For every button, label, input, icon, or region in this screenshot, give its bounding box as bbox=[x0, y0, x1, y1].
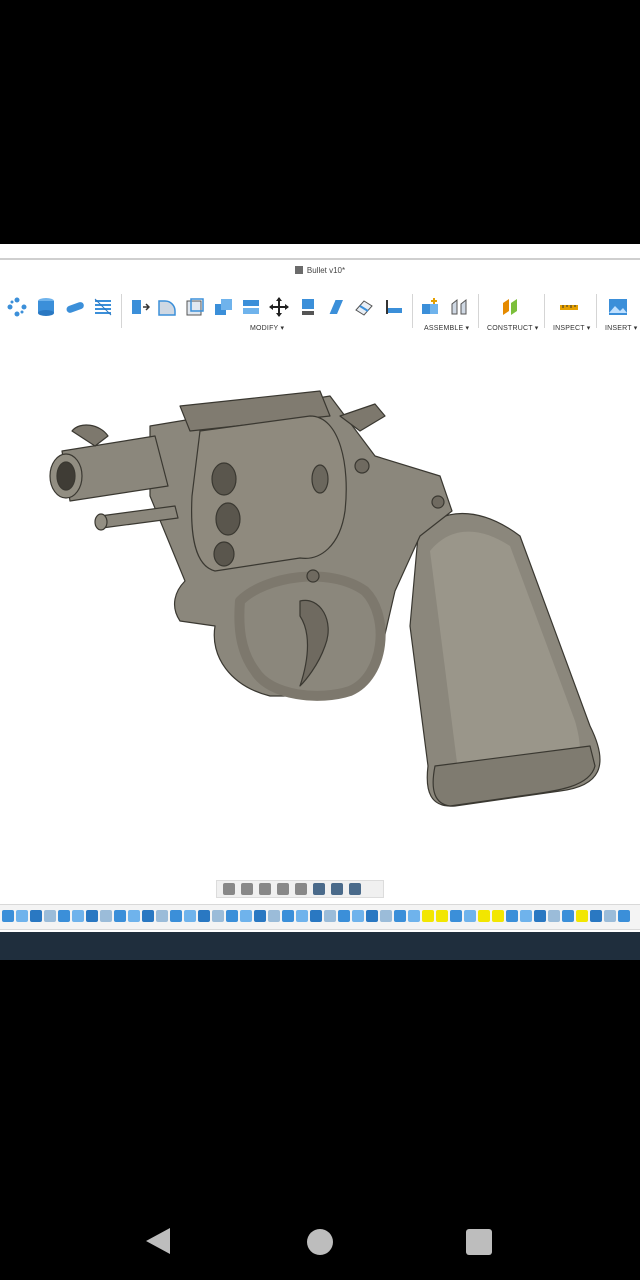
design-timeline bbox=[0, 904, 640, 930]
inspect-group-label[interactable]: INSPECT ▾ bbox=[553, 324, 590, 332]
android-navigation-bar bbox=[0, 1200, 640, 1280]
taskbar-strip bbox=[0, 932, 640, 960]
document-title: Bullet v10* bbox=[306, 265, 346, 275]
new-component-icon[interactable] bbox=[420, 296, 442, 318]
cylinder-icon[interactable] bbox=[35, 296, 57, 318]
toolbar-separator bbox=[478, 294, 479, 328]
look-at-icon[interactable] bbox=[241, 883, 253, 895]
display-settings-icon[interactable] bbox=[313, 883, 325, 895]
timeline-feature[interactable] bbox=[128, 910, 140, 922]
toolbar-separator bbox=[544, 294, 545, 328]
timeline-feature[interactable] bbox=[72, 910, 84, 922]
timeline-feature[interactable] bbox=[58, 910, 70, 922]
document-icon bbox=[294, 266, 303, 274]
timeline-feature[interactable] bbox=[198, 910, 210, 922]
timeline-feature[interactable] bbox=[604, 910, 616, 922]
timeline-feature[interactable] bbox=[506, 910, 518, 922]
timeline-feature[interactable] bbox=[534, 910, 546, 922]
move-icon[interactable] bbox=[268, 296, 290, 318]
timeline-feature[interactable] bbox=[576, 910, 588, 922]
timeline-feature[interactable] bbox=[30, 910, 42, 922]
grid-settings-icon[interactable] bbox=[331, 883, 343, 895]
zoom-icon[interactable] bbox=[277, 883, 289, 895]
timeline-feature[interactable] bbox=[394, 910, 406, 922]
scale-icon[interactable] bbox=[383, 296, 405, 318]
pattern-icon[interactable] bbox=[6, 296, 28, 318]
timeline-feature[interactable] bbox=[310, 910, 322, 922]
viewports-icon[interactable] bbox=[349, 883, 361, 895]
insert-group-label[interactable]: INSERT ▾ bbox=[605, 324, 637, 332]
toolbar-separator bbox=[596, 294, 597, 328]
timeline-feature[interactable] bbox=[86, 910, 98, 922]
timeline-feature[interactable] bbox=[618, 910, 630, 922]
timeline-feature[interactable] bbox=[142, 910, 154, 922]
timeline-feature[interactable] bbox=[352, 910, 364, 922]
timeline-feature[interactable] bbox=[282, 910, 294, 922]
fit-icon[interactable] bbox=[295, 883, 307, 895]
timeline-feature[interactable] bbox=[268, 910, 280, 922]
timeline-feature[interactable] bbox=[184, 910, 196, 922]
coil-icon[interactable] bbox=[92, 296, 114, 318]
split-face-icon[interactable] bbox=[325, 296, 347, 318]
pan-icon[interactable] bbox=[259, 883, 271, 895]
timeline-feature[interactable] bbox=[408, 910, 420, 922]
assemble-group-label[interactable]: ASSEMBLE ▾ bbox=[424, 324, 469, 332]
3d-viewport[interactable] bbox=[0, 336, 640, 896]
combine-icon[interactable] bbox=[212, 296, 234, 318]
timeline-feature[interactable] bbox=[492, 910, 504, 922]
timeline-feature[interactable] bbox=[562, 910, 574, 922]
timeline-feature[interactable] bbox=[44, 910, 56, 922]
align-icon[interactable] bbox=[297, 296, 319, 318]
timeline-feature[interactable] bbox=[548, 910, 560, 922]
measure-icon[interactable] bbox=[558, 296, 580, 318]
timeline-feature[interactable] bbox=[114, 910, 126, 922]
timeline-feature[interactable] bbox=[590, 910, 602, 922]
timeline-feature[interactable] bbox=[296, 910, 308, 922]
timeline-feature[interactable] bbox=[100, 910, 112, 922]
toolbar-separator bbox=[121, 294, 122, 328]
timeline-feature[interactable] bbox=[2, 910, 14, 922]
orbit-icon[interactable] bbox=[223, 883, 235, 895]
timeline-feature[interactable] bbox=[226, 910, 238, 922]
timeline-feature[interactable] bbox=[366, 910, 378, 922]
timeline-feature[interactable] bbox=[170, 910, 182, 922]
offset-plane-icon[interactable] bbox=[499, 296, 521, 318]
document-title-bar: Bullet v10* bbox=[0, 258, 640, 280]
shell-icon[interactable] bbox=[184, 296, 206, 318]
fillet-icon[interactable] bbox=[156, 296, 178, 318]
timeline-feature[interactable] bbox=[422, 910, 434, 922]
timeline-feature[interactable] bbox=[254, 910, 266, 922]
timeline-feature[interactable] bbox=[464, 910, 476, 922]
fusion-app-window: Bullet v10* MODIFY ▾ ASSEMBLE ▾ CONSTRUC… bbox=[0, 244, 640, 960]
insert-image-icon[interactable] bbox=[607, 296, 629, 318]
pipe-icon[interactable] bbox=[64, 296, 86, 318]
navigation-bar bbox=[216, 880, 384, 898]
joint-icon[interactable] bbox=[448, 296, 470, 318]
timeline-feature[interactable] bbox=[380, 910, 392, 922]
press-pull-icon[interactable] bbox=[128, 296, 151, 318]
construct-group-label[interactable]: CONSTRUCT ▾ bbox=[487, 324, 538, 332]
timeline-feature[interactable] bbox=[156, 910, 168, 922]
timeline-feature[interactable] bbox=[240, 910, 252, 922]
toolbar-separator bbox=[412, 294, 413, 328]
split-body-icon[interactable] bbox=[353, 296, 375, 318]
design-toolbar: MODIFY ▾ ASSEMBLE ▾ CONSTRUCT ▾ INSPECT … bbox=[0, 284, 640, 337]
recents-icon[interactable] bbox=[466, 1229, 492, 1255]
timeline-feature[interactable] bbox=[436, 910, 448, 922]
revolver-model bbox=[49, 390, 601, 807]
modify-group-label[interactable]: MODIFY ▾ bbox=[250, 324, 284, 332]
timeline-feature[interactable] bbox=[212, 910, 224, 922]
timeline-feature[interactable] bbox=[450, 910, 462, 922]
timeline-feature[interactable] bbox=[520, 910, 532, 922]
timeline-feature[interactable] bbox=[16, 910, 28, 922]
timeline-feature[interactable] bbox=[478, 910, 490, 922]
timeline-feature[interactable] bbox=[324, 910, 336, 922]
replace-face-icon[interactable] bbox=[240, 296, 262, 318]
timeline-feature[interactable] bbox=[338, 910, 350, 922]
home-icon[interactable] bbox=[307, 1229, 333, 1255]
back-icon[interactable] bbox=[146, 1228, 170, 1254]
